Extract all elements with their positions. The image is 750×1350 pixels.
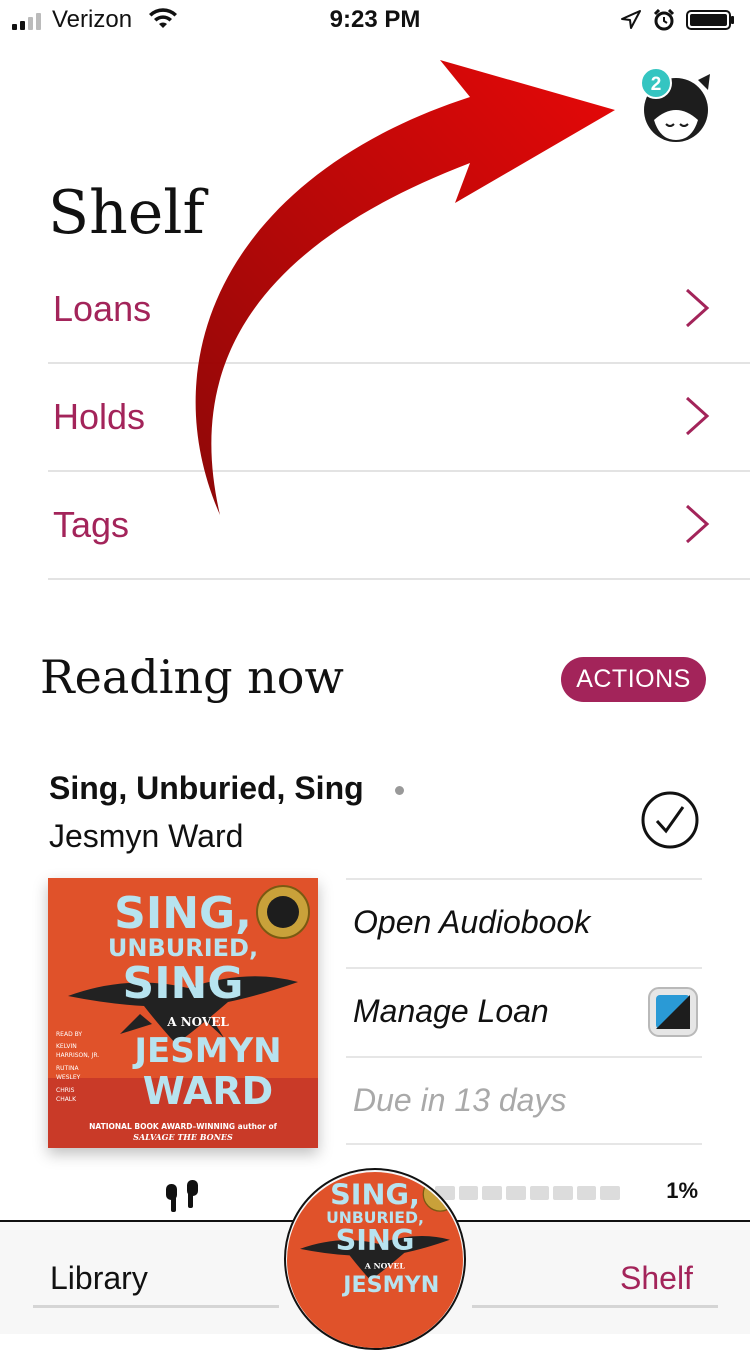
cover-reader: WESLEY	[56, 1074, 81, 1081]
listening-progress-bar	[435, 1186, 620, 1200]
reading-now-heading: Reading now	[40, 650, 344, 704]
mini-cover-author: JESMYN	[341, 1272, 439, 1298]
tab-divider-right	[472, 1305, 718, 1308]
chevron-right-icon	[685, 504, 710, 544]
battery-icon	[686, 10, 734, 30]
actions-button[interactable]: ACTIONS	[561, 657, 706, 702]
mini-cover-title-1: SING,	[330, 1178, 420, 1212]
book-cover-art: SING, UNBURIED, SING A NOVEL JESMYN WARD…	[48, 878, 318, 1148]
headphones-icon	[166, 1180, 198, 1212]
cover-reader: CHALK	[56, 1096, 77, 1103]
tab-library[interactable]: Library	[50, 1260, 148, 1297]
chevron-right-icon	[685, 288, 710, 328]
tab-shelf[interactable]: Shelf	[620, 1260, 693, 1297]
book-title[interactable]: Sing, Unburied, Sing	[49, 770, 364, 807]
cover-title-line-3: SING	[123, 958, 244, 1009]
now-playing-cover[interactable]: SING, UNBURIED, SING A NOVEL JESMYN	[287, 1172, 463, 1348]
open-audiobook-option[interactable]: Open Audiobook	[346, 878, 702, 967]
status-dot	[395, 786, 404, 795]
due-date-row: Due in 13 days	[346, 1056, 702, 1145]
cover-reader: RUTINA	[56, 1065, 79, 1072]
nav-label-loans: Loans	[53, 288, 152, 329]
manage-loan-option[interactable]: Manage Loan	[346, 967, 702, 1056]
chevron-right-icon	[685, 396, 710, 436]
book-author: Jesmyn Ward	[49, 818, 244, 854]
notification-badge: 2	[640, 67, 672, 99]
alarm-clock-icon	[653, 9, 675, 31]
mini-cover-title-3: SING	[336, 1223, 415, 1257]
cover-footer-1: NATIONAL BOOK AWARD–WINNING author of	[89, 1122, 277, 1131]
cover-reader: HARRISON, JR.	[56, 1052, 99, 1059]
due-date-label: Due in 13 days	[353, 1082, 567, 1118]
cover-footer-2: SALVAGE THE BONES	[133, 1132, 233, 1142]
location-arrow-icon	[621, 10, 641, 29]
cover-title-line-1: SING,	[114, 888, 252, 939]
nav-label-tags: Tags	[53, 504, 130, 545]
book-cover[interactable]: SING, UNBURIED, SING A NOVEL JESMYN WARD…	[48, 878, 318, 1148]
cover-subtitle: A NOVEL	[166, 1015, 229, 1029]
progress-percent: 1%	[666, 1178, 698, 1203]
cover-author-line-2: WARD	[143, 1069, 273, 1113]
checkmark-circle-icon[interactable]	[640, 790, 700, 850]
status-bar: Verizon 9:23 PM	[0, 0, 750, 40]
nav-label-holds: Holds	[53, 396, 146, 437]
manage-loan-label: Manage Loan	[353, 993, 549, 1029]
cover-author-line-1: JESMYN	[132, 1031, 281, 1071]
tab-divider-left	[33, 1305, 279, 1308]
open-audiobook-label: Open Audiobook	[353, 904, 591, 940]
cover-read-by: READ BY	[56, 1031, 82, 1038]
library-card-icon	[648, 987, 698, 1037]
cover-reader: KELVIN	[56, 1043, 77, 1050]
now-playing-cover-art: SING, UNBURIED, SING A NOVEL JESMYN	[287, 1172, 463, 1348]
cover-reader: CHRIS	[56, 1087, 75, 1094]
mini-cover-subtitle: A NOVEL	[364, 1261, 406, 1270]
annotation-arrow-icon	[195, 60, 615, 515]
